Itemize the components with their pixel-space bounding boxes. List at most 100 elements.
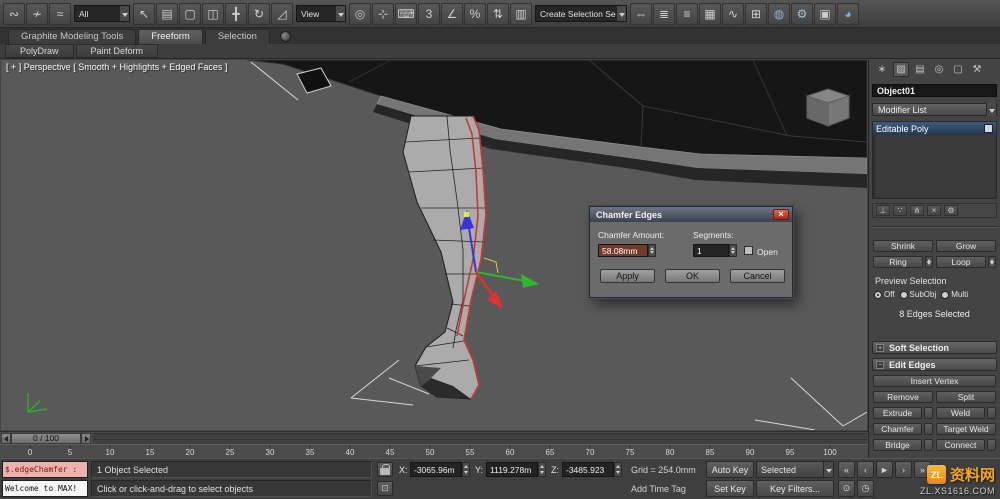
show-end-result-icon[interactable]: ∵ xyxy=(893,205,907,216)
mirror-icon[interactable]: ⇔ xyxy=(630,2,652,25)
ribbon-options-icon[interactable] xyxy=(279,31,291,42)
target-weld-button[interactable]: Target Weld xyxy=(936,423,996,435)
next-frame-arrow[interactable] xyxy=(81,432,91,444)
bind-to-space-warp-icon[interactable]: ≈ xyxy=(49,2,71,25)
go-to-start-button[interactable]: « xyxy=(838,461,855,478)
spinner-snap-icon[interactable]: ⇅ xyxy=(487,2,509,25)
snaps-toggle-icon[interactable]: 3 xyxy=(418,2,440,25)
connect-settings-button[interactable] xyxy=(987,439,996,451)
rendered-frame-window-icon[interactable]: ▣ xyxy=(814,2,836,25)
use-pivot-point-center-icon[interactable]: ◎ xyxy=(349,2,371,25)
shrink-button[interactable]: Shrink xyxy=(873,240,933,252)
curve-editor-icon[interactable]: ∿ xyxy=(722,2,744,25)
cancel-button[interactable]: Cancel xyxy=(730,269,785,283)
extrude-settings-button[interactable] xyxy=(924,407,933,419)
soft-selection-rollout[interactable]: + Soft Selection xyxy=(872,341,997,354)
previous-frame-button[interactable]: ‹ xyxy=(857,461,874,478)
layer-manager-icon[interactable]: ≡ xyxy=(676,2,698,25)
maxscript-mini-listener-output[interactable]: Welcome to MAX! xyxy=(2,480,88,497)
maxscript-mini-listener-input[interactable]: $.edgeChamfer : xyxy=(2,461,88,478)
select-and-manipulate-icon[interactable]: ⊹ xyxy=(372,2,394,25)
loop-button[interactable]: Loop xyxy=(936,256,986,268)
absolute-mode-toggle[interactable]: ⊡ xyxy=(377,481,393,496)
create-tab[interactable]: ∗ xyxy=(874,62,890,77)
z-coordinate-field[interactable]: -3485.923 xyxy=(562,462,614,477)
time-slider-track[interactable] xyxy=(93,432,867,444)
viewcube[interactable] xyxy=(805,88,851,127)
y-coordinate-field[interactable]: 1119.278m xyxy=(486,462,538,477)
make-unique-icon[interactable]: ⋔ xyxy=(910,205,924,216)
segments-input[interactable]: 1 xyxy=(693,244,729,257)
x-coordinate-field[interactable]: -3065.96m xyxy=(410,462,462,477)
render-setup-icon[interactable]: ⚙ xyxy=(791,2,813,25)
loop-spinner[interactable] xyxy=(988,256,996,268)
segments-spinner[interactable] xyxy=(729,244,737,257)
viewport-label[interactable]: [ + ] Perspective [ Smooth + Highlights … xyxy=(6,62,227,72)
window-crossing-toggle-icon[interactable]: ◫ xyxy=(202,2,224,25)
material-editor-icon[interactable]: ◍ xyxy=(768,2,790,25)
utilities-tab[interactable]: ⚒ xyxy=(969,62,985,77)
tab-graphite-modeling-tools[interactable]: Graphite Modeling Tools xyxy=(8,29,137,44)
play-button[interactable]: ► xyxy=(876,461,893,478)
grow-button[interactable]: Grow xyxy=(936,240,996,252)
remove-modifier-icon[interactable]: × xyxy=(927,205,941,216)
weld-button[interactable]: Weld xyxy=(936,407,985,419)
select-and-move-icon[interactable]: ╋ xyxy=(225,2,247,25)
apply-button[interactable]: Apply xyxy=(600,269,655,283)
open-checkbox[interactable] xyxy=(744,246,753,255)
percent-snap-icon[interactable]: % xyxy=(464,2,486,25)
key-mode-toggle-button[interactable]: ⊙ xyxy=(838,480,855,497)
select-and-rotate-icon[interactable]: ↻ xyxy=(248,2,270,25)
ring-button[interactable]: Ring xyxy=(873,256,923,268)
next-frame-button[interactable]: › xyxy=(895,461,912,478)
select-by-name-icon[interactable]: ▤ xyxy=(156,2,178,25)
chamfer-settings-button[interactable] xyxy=(924,423,933,435)
bridge-button[interactable]: Bridge xyxy=(873,439,922,451)
chamfer-button[interactable]: Chamfer xyxy=(873,423,922,435)
extrude-button[interactable]: Extrude xyxy=(873,407,922,419)
hierarchy-tab[interactable]: ▤ xyxy=(912,62,928,77)
angle-snap-icon[interactable]: ∠ xyxy=(441,2,463,25)
dialog-titlebar[interactable]: Chamfer Edges × xyxy=(590,207,792,222)
preview-subobj-radio[interactable]: SubObj xyxy=(899,290,936,299)
preview-off-radio[interactable]: Off xyxy=(874,290,895,299)
go-to-end-button[interactable]: » xyxy=(914,461,931,478)
select-and-scale-icon[interactable]: ◿ xyxy=(271,2,293,25)
display-tab[interactable]: ▢ xyxy=(950,62,966,77)
time-configuration-button[interactable]: ◷ xyxy=(857,480,874,497)
expand-icon[interactable]: + xyxy=(876,344,884,352)
selection-filter-dropdown[interactable]: All xyxy=(74,5,130,22)
subtab-paint-deform[interactable]: Paint Deform xyxy=(75,44,159,58)
align-icon[interactable]: ≣ xyxy=(653,2,675,25)
stack-item-editable-poly[interactable]: Editable Poly xyxy=(873,122,996,135)
bridge-settings-button[interactable] xyxy=(924,439,933,451)
ring-spinner[interactable] xyxy=(925,256,933,268)
time-slider-handle[interactable]: 0 / 100 xyxy=(11,432,81,444)
modifier-stack[interactable]: Editable Poly xyxy=(872,121,997,199)
chamfer-amount-spinner[interactable] xyxy=(648,244,656,257)
previous-frame-arrow[interactable] xyxy=(1,432,11,444)
tab-selection[interactable]: Selection xyxy=(204,29,270,44)
object-name-field[interactable]: Object01 xyxy=(872,84,997,97)
selection-set-dropdown[interactable]: Selected xyxy=(756,461,834,478)
render-production-icon[interactable]: ◕ xyxy=(837,2,859,25)
tabletop-mesh[interactable] xyxy=(246,60,867,188)
schematic-view-icon[interactable]: ⊞ xyxy=(745,2,767,25)
insert-vertex-button[interactable]: Insert Vertex xyxy=(873,375,996,387)
unlink-selection-icon[interactable]: ≁ xyxy=(26,2,48,25)
x-spinner[interactable] xyxy=(462,462,470,477)
graphite-modeling-ribbon-icon[interactable]: ▦ xyxy=(699,2,721,25)
connect-button[interactable]: Connect xyxy=(936,439,985,451)
selection-lock-toggle[interactable] xyxy=(377,462,393,477)
y-spinner[interactable] xyxy=(538,462,546,477)
select-object-icon[interactable]: ↖ xyxy=(133,2,155,25)
z-spinner[interactable] xyxy=(614,462,622,477)
select-and-link-icon[interactable]: ∾ xyxy=(3,2,25,25)
reference-coordinate-dropdown[interactable]: View xyxy=(296,5,346,22)
configure-modifier-sets-icon[interactable]: ⚙ xyxy=(944,205,958,216)
weld-settings-button[interactable] xyxy=(987,407,996,419)
key-filters-button[interactable]: Key Filters... xyxy=(756,480,834,497)
rectangular-selection-region-icon[interactable]: ▢ xyxy=(179,2,201,25)
tab-freeform[interactable]: Freeform xyxy=(138,29,203,44)
modifier-list-dropdown[interactable]: Modifier List xyxy=(872,103,997,116)
